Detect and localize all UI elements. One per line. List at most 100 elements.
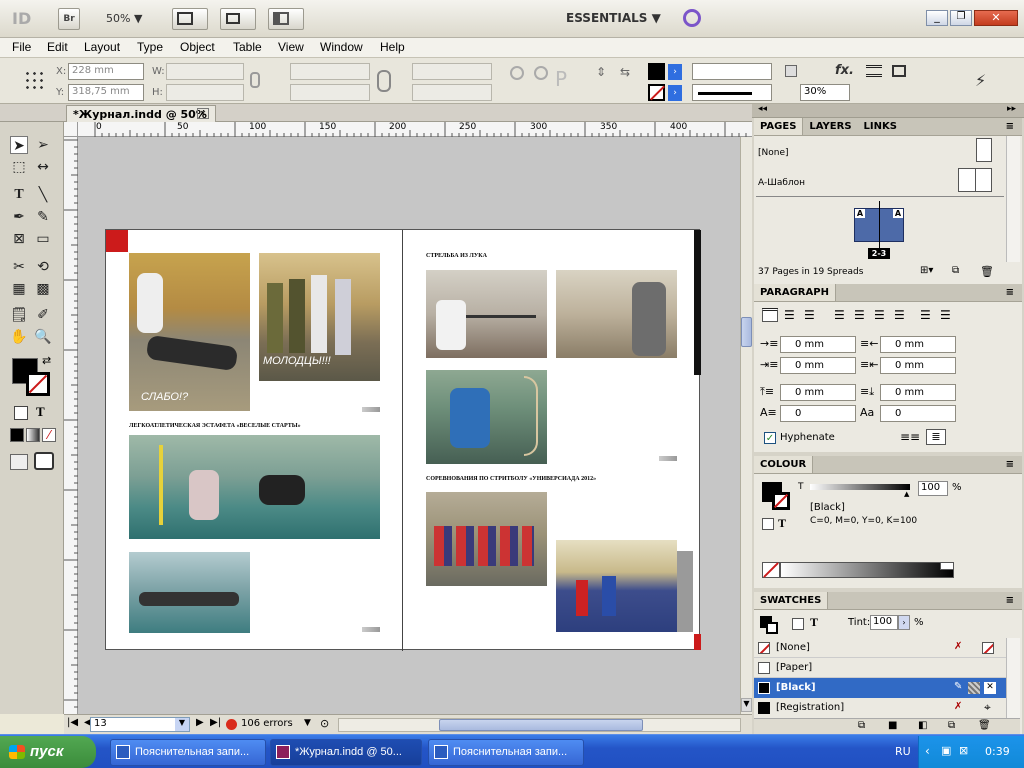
- swatch-row[interactable]: [None] ✗: [754, 638, 1006, 658]
- tab-pages[interactable]: PAGES: [754, 118, 804, 135]
- effects-icon[interactable]: fx.: [835, 63, 854, 78]
- flip-icon[interactable]: ⇕: [596, 65, 606, 79]
- align-towards-spine-icon[interactable]: ☰: [920, 308, 931, 322]
- page-tool[interactable]: ⬚: [10, 158, 28, 176]
- fill-swatch[interactable]: [648, 63, 665, 80]
- last-page-button[interactable]: ▶|: [210, 717, 221, 728]
- gradient-feather-tool[interactable]: ▩: [34, 280, 52, 298]
- swatch-stroke-box[interactable]: [766, 622, 778, 634]
- close-tab-icon[interactable]: ✕: [197, 108, 209, 119]
- first-page-button[interactable]: |◀: [67, 717, 78, 728]
- rotate-ccw-icon[interactable]: [534, 66, 548, 80]
- clock[interactable]: 0:39: [985, 745, 1010, 758]
- tray-expand-icon[interactable]: ‹: [925, 744, 930, 758]
- chevron-down-icon[interactable]: ▼: [175, 718, 189, 731]
- vertical-scroll-thumb[interactable]: [741, 317, 752, 347]
- menu-table[interactable]: Table: [233, 40, 262, 54]
- tint-slider[interactable]: [810, 484, 910, 490]
- vertical-scrollbar[interactable]: ▼: [740, 137, 752, 714]
- bridge-button[interactable]: Br: [58, 8, 80, 30]
- edit-page-size-icon[interactable]: ⊞▾: [920, 265, 933, 276]
- rotate-cw-icon[interactable]: [510, 66, 524, 80]
- y-field[interactable]: 318,75 mm: [68, 84, 144, 101]
- master-a-thumbnail[interactable]: [958, 168, 992, 192]
- photo-streetball-team[interactable]: [426, 492, 547, 586]
- tab-links[interactable]: LINKS: [858, 118, 903, 135]
- menu-object[interactable]: Object: [180, 40, 215, 54]
- h-field[interactable]: [166, 84, 244, 101]
- panel-divider[interactable]: [756, 196, 1004, 199]
- text-mode-icon[interactable]: T: [778, 516, 786, 531]
- stroke-menu-arrow[interactable]: ›: [668, 85, 682, 101]
- drop-cap-lines-field[interactable]: 0: [780, 405, 856, 422]
- stroke-weight-field[interactable]: [692, 63, 772, 80]
- align-center-icon[interactable]: ☰: [784, 308, 795, 322]
- photo-streetball-game[interactable]: [556, 540, 677, 632]
- eyedropper-tool[interactable]: ✐: [34, 306, 52, 324]
- stroke-swatch[interactable]: [648, 84, 665, 101]
- swatch-tint-field[interactable]: 100: [870, 615, 898, 630]
- pages-scrollbar[interactable]: [1006, 136, 1020, 262]
- tab-document[interactable]: *Журнал.indd @ 50% ✕: [66, 105, 216, 122]
- horizontal-ruler[interactable]: 0 50 100 150 200 250 300 350 400: [78, 122, 752, 137]
- last-line-indent-field[interactable]: 0 mm: [880, 357, 956, 374]
- restore-button[interactable]: ❐: [950, 10, 972, 26]
- tint-field[interactable]: 100: [918, 481, 948, 496]
- rectangle-frame-tool[interactable]: ⊠: [10, 230, 28, 248]
- master-a[interactable]: A-Шаблон: [758, 178, 805, 188]
- network-icon[interactable]: ▣: [941, 744, 951, 757]
- photo-archer-1[interactable]: [426, 270, 547, 358]
- photo-students[interactable]: МОЛОДЦЫ!!!: [259, 253, 380, 381]
- menu-layout[interactable]: Layout: [84, 40, 120, 54]
- next-page-button[interactable]: ▶: [196, 717, 204, 728]
- scale-y-field[interactable]: [290, 84, 370, 101]
- photo-relay[interactable]: [129, 435, 380, 539]
- swap-colors-icon[interactable]: ⇄: [42, 354, 51, 367]
- zoom-tool[interactable]: 🔍: [34, 328, 52, 346]
- menu-window[interactable]: Window: [320, 40, 363, 54]
- select-content-icon[interactable]: P: [555, 67, 567, 91]
- open-file-icon[interactable]: ⊙: [320, 717, 329, 730]
- menu-edit[interactable]: Edit: [47, 40, 68, 54]
- arrange-documents-button[interactable]: [268, 8, 304, 30]
- taskbar-item[interactable]: Пояснительная запи...: [110, 739, 266, 766]
- crs-live-icon[interactable]: [683, 9, 701, 27]
- new-page-icon[interactable]: ⧉: [952, 265, 959, 276]
- align-left-icon[interactable]: [762, 308, 778, 322]
- language-indicator[interactable]: RU: [895, 745, 911, 758]
- chevron-down-icon[interactable]: ▼: [304, 718, 311, 728]
- scroll-down-arrow[interactable]: ▼: [741, 698, 752, 712]
- stroke-type-field[interactable]: [692, 84, 772, 101]
- no-grid-icon[interactable]: ≡≡: [900, 430, 920, 444]
- rectangle-tool[interactable]: ▭: [34, 230, 52, 248]
- taskbar-item[interactable]: Пояснительная запи...: [428, 739, 584, 766]
- align-right-icon[interactable]: ☰: [804, 308, 815, 322]
- type-tool[interactable]: T: [10, 186, 28, 204]
- apply-gradient-icon[interactable]: [26, 428, 40, 442]
- delete-swatch-icon[interactable]: 🗑: [978, 720, 991, 731]
- workspace-switcher[interactable]: ESSENTIALS ▼: [566, 11, 661, 25]
- panel-menu-icon[interactable]: ≡: [1000, 118, 1020, 135]
- start-button[interactable]: пуск: [0, 736, 96, 768]
- drop-cap-chars-field[interactable]: 0: [880, 405, 956, 422]
- photo-pushups[interactable]: СЛАБО!?: [129, 253, 250, 411]
- normal-view-icon[interactable]: [10, 454, 28, 470]
- rotation-field[interactable]: [412, 63, 492, 80]
- tint-menu-arrow[interactable]: ›: [898, 615, 910, 630]
- quick-apply-icon[interactable]: ⚡: [975, 71, 986, 90]
- preview-view-icon[interactable]: [34, 452, 54, 470]
- scale-x-field[interactable]: [290, 63, 370, 80]
- photo-tug[interactable]: [129, 552, 250, 633]
- align-icon[interactable]: [892, 65, 906, 77]
- formatting-text-icon[interactable]: T: [36, 404, 45, 420]
- panel-menu-icon[interactable]: ≡: [1000, 456, 1020, 473]
- tab-layers[interactable]: LAYERS: [803, 118, 857, 135]
- hyphenate-checkbox[interactable]: ✓: [764, 432, 776, 444]
- vertical-ruler[interactable]: [64, 137, 78, 714]
- page-spread[interactable]: СЛАБО!? МОЛОДЦЫ!!! ЛЕГКОАТЛЕТИЧЕСКАЯ ЭСТ…: [105, 229, 701, 651]
- master-none[interactable]: [None]: [758, 148, 789, 158]
- justify-center-icon[interactable]: ☰: [854, 308, 865, 322]
- pencil-tool[interactable]: ✎: [34, 208, 52, 226]
- line-tool[interactable]: ╲: [34, 186, 52, 204]
- taskbar-item-active[interactable]: *Журнал.indd @ 50...: [270, 739, 422, 766]
